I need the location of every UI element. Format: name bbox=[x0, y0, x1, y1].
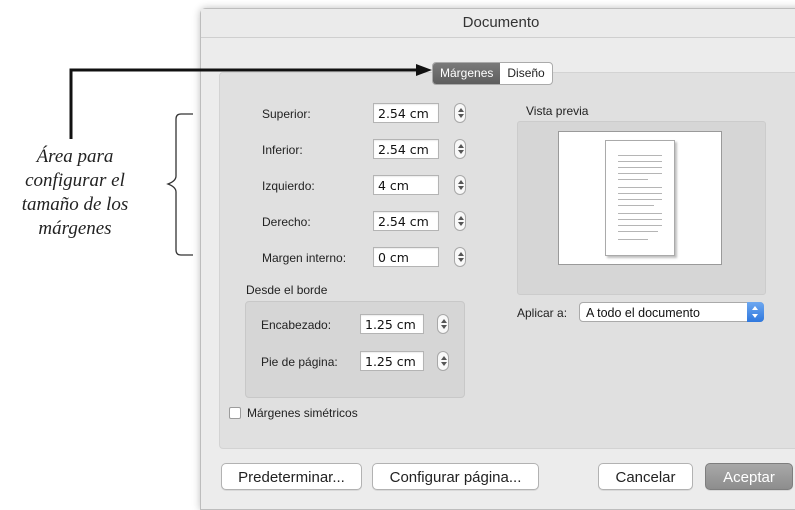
annotation-bracket bbox=[166, 113, 193, 256]
arrow-head-icon bbox=[416, 64, 432, 76]
arrow-to-tabs bbox=[69, 68, 418, 139]
annotation-guides bbox=[69, 64, 432, 256]
